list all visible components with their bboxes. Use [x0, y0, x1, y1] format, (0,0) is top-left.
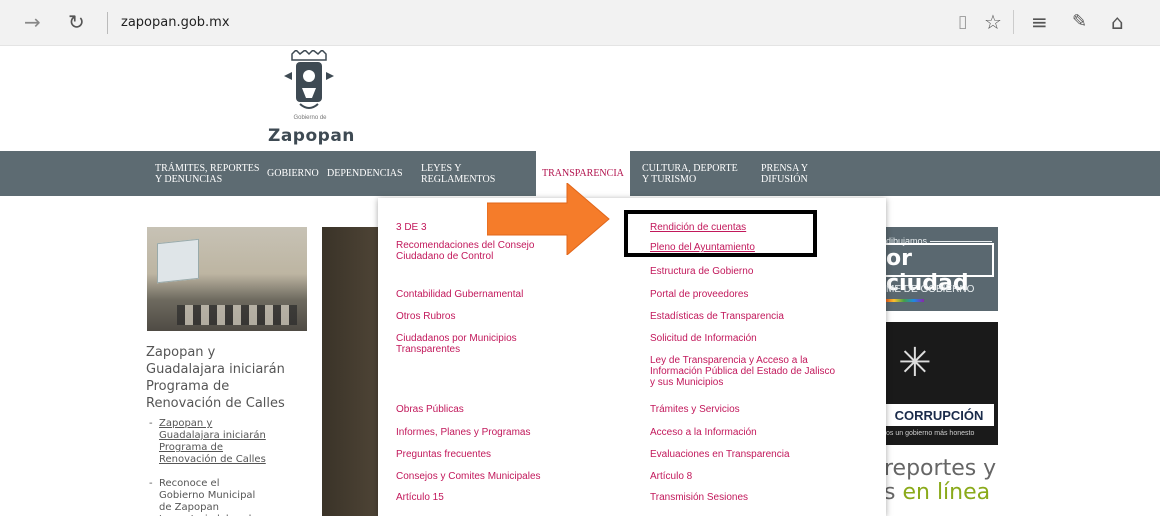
banner-sub-text: ME DE GOBIERNO [886, 284, 975, 295]
banner-dibujamos[interactable]: dibujamos or ciudad ME DE GOBIERNO [884, 227, 998, 311]
nav-item-leyes[interactable]: LEYES Y REGLAMENTOS [421, 151, 495, 196]
site-logo[interactable]: Gobierno de Zapopan [264, 50, 354, 148]
banner-reportes-line2: s en línea [884, 480, 990, 505]
banner-color-bar [884, 299, 924, 302]
nav-item-gobierno[interactable]: GOBIERNO [267, 151, 319, 196]
dropdown-item[interactable]: Contabilidad Gubernamental [396, 289, 523, 300]
highlight-box [624, 210, 817, 257]
dropdown-item[interactable]: Ley de Transparencia y Acceso a la Infor… [650, 355, 835, 388]
nav-item-dependencias[interactable]: DEPENDENCIAS [327, 151, 403, 196]
coat-of-arms-icon [284, 50, 334, 109]
banner-corrupcion-label: CORRUPCIÓN [884, 404, 994, 426]
news-photo-people [177, 305, 297, 325]
dropdown-item[interactable]: Acceso a la Información [650, 427, 757, 438]
dropdown-item[interactable]: Ciudadanos por Municipios Transparentes [396, 333, 517, 355]
dropdown-item[interactable]: Obras Públicas [396, 404, 464, 415]
banner-reportes-online: en línea [902, 480, 991, 505]
toolbar-separator [1013, 10, 1014, 34]
dropdown-item[interactable]: Otros Rubros [396, 311, 455, 322]
news-photo-screen [157, 238, 199, 284]
banner-corrupcion[interactable]: ✳ CORRUPCIÓN os un gobierno más honesto [884, 322, 998, 445]
dropdown-item[interactable]: Consejos y Comites Municipales [396, 471, 541, 482]
reading-view-icon[interactable]: ▯ [958, 12, 967, 32]
nav-item-tramites[interactable]: TRÁMITES, REPORTES Y DENUNCIAS [155, 151, 259, 196]
nav-item-cultura[interactable]: CULTURA, DEPORTE Y TURISMO [642, 151, 738, 196]
dropdown-item[interactable]: Artículo 8 [650, 471, 692, 482]
annotation-arrow-icon [487, 183, 610, 255]
logo-name: Zapopan [268, 126, 355, 146]
dropdown-item[interactable]: Portal de proveedores [650, 289, 748, 300]
dropdown-item[interactable]: Trámites y Servicios [650, 404, 740, 415]
bug-icon: ✳ [898, 340, 932, 386]
address-bar[interactable]: zapopan.gob.mx [121, 15, 230, 30]
dropdown-item[interactable]: Estadísticas de Transparencia [650, 311, 784, 322]
dropdown-item[interactable]: 3 DE 3 [396, 222, 427, 233]
forward-icon[interactable]: → [24, 12, 41, 32]
banner-line [930, 241, 992, 242]
dropdown-item[interactable]: Estructura de Gobierno [650, 266, 753, 277]
news-link-text: Reconoce el Gobierno Municipal de Zapopa… [159, 478, 256, 516]
dropdown-item[interactable]: Preguntas frecuentes [396, 449, 491, 460]
banner-corrupcion-sub: os un gobierno más honesto [886, 430, 975, 437]
nav-item-prensa[interactable]: PRENSA Y DIFUSIÓN [761, 151, 808, 196]
web-note-icon[interactable]: ✎ [1072, 12, 1087, 32]
banner-reportes[interactable]: reportes y s en línea [884, 456, 998, 516]
dropdown-item[interactable]: Evaluaciones en Transparencia [650, 449, 790, 460]
news-link[interactable]: Reconoce el Gobierno Municipal de Zapopa… [147, 478, 267, 516]
dropdown-item[interactable]: Solicitud de Información [650, 333, 757, 344]
dropdown-item[interactable]: Artículo 15 [396, 492, 444, 503]
logo-caption: Gobierno de [293, 115, 327, 121]
favorites-star-icon[interactable]: ☆ [984, 12, 1002, 32]
url-separator [107, 12, 108, 34]
dropdown-item[interactable]: Informes, Planes y Programas [396, 427, 531, 438]
browser-toolbar: → ↻ zapopan.gob.mx ▯ ☆ ≡ ✎ ⌂ [0, 0, 1160, 46]
refresh-icon[interactable]: ↻ [68, 12, 85, 32]
dropdown-item[interactable]: Transmisión Sesiones [650, 492, 748, 503]
news-link-text: Zapopan y Guadalajara iniciarán Programa… [159, 418, 266, 465]
news-headline[interactable]: Zapopan y Guadalajara iniciarán Programa… [146, 344, 296, 412]
news-link[interactable]: Zapopan y Guadalajara iniciarán Programa… [147, 418, 267, 466]
share-icon[interactable]: ⌂ [1111, 12, 1124, 32]
news-photo[interactable] [147, 227, 307, 331]
hub-icon[interactable]: ≡ [1031, 12, 1048, 32]
banner-reportes-line1: reportes y [884, 456, 997, 481]
